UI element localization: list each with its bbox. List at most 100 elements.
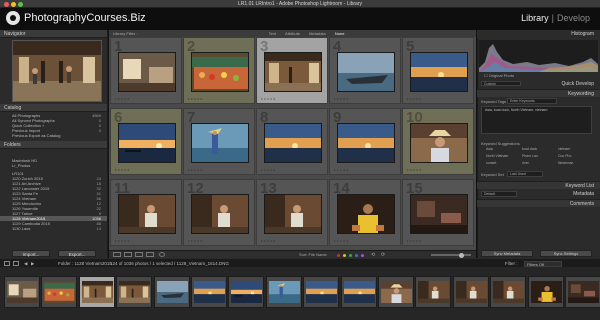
rating-stars[interactable]: • • • • • xyxy=(334,96,348,101)
rating-stars[interactable]: • • • • • xyxy=(334,167,348,172)
filmstrip-item[interactable] xyxy=(191,276,227,308)
grid-thumbnail[interactable] xyxy=(410,52,468,92)
thumbnail-size-handle[interactable] xyxy=(459,252,464,258)
grid-thumbnail[interactable] xyxy=(118,123,176,163)
keyword-suggestion[interactable]: Asia xyxy=(486,147,493,152)
filmstrip-item[interactable] xyxy=(4,276,40,308)
filmstrip-item[interactable] xyxy=(303,276,340,308)
grid-thumbnail[interactable] xyxy=(337,194,395,234)
keyword-suggestion[interactable]: vietnam xyxy=(558,147,570,152)
filmstrip-item[interactable] xyxy=(527,276,564,308)
grid-thumbnail[interactable] xyxy=(264,194,322,234)
color-label-purple-icon[interactable] xyxy=(361,253,364,257)
grid-thumbnail[interactable] xyxy=(264,52,322,92)
catalog-item[interactable]: Previous Export as Catalog xyxy=(0,133,107,138)
grid-cell[interactable]: 14 • • • • • xyxy=(329,179,401,246)
grid-cell[interactable]: 5 • • • • • xyxy=(402,37,474,104)
filmstrip-item[interactable] xyxy=(452,276,489,308)
keyword-suggestion[interactable]: Pham Lao xyxy=(522,154,538,159)
spray-can-icon[interactable] xyxy=(159,252,165,257)
histogram-header[interactable]: Histogram xyxy=(477,30,600,38)
navigator-preview[interactable] xyxy=(12,40,102,102)
grid-cell[interactable]: 12 • • • • • xyxy=(183,179,255,246)
grid-cell[interactable]: 13 • • • • • xyxy=(256,179,328,246)
grid-thumbnail[interactable] xyxy=(410,194,468,234)
module-library[interactable]: Library xyxy=(521,13,549,23)
filter-option-active[interactable]: None xyxy=(335,31,345,36)
color-label-yellow-icon[interactable] xyxy=(343,253,346,257)
thumbnail-size-slider[interactable] xyxy=(431,254,471,256)
filmstrip-item[interactable] xyxy=(228,276,265,308)
keyword-suggestion[interactable]: North Vietnam xyxy=(486,154,508,159)
rating-stars[interactable]: • • • • • xyxy=(115,96,129,101)
grid-cell[interactable]: 3 • • • • • xyxy=(256,37,328,104)
filmstrip-item[interactable] xyxy=(415,276,452,308)
compare-view-icon[interactable] xyxy=(135,252,143,257)
keyword-tags-dropdown[interactable]: Enter Keywords xyxy=(507,98,557,104)
rating-stars[interactable]: • • • • • xyxy=(261,238,275,243)
color-label-green-icon[interactable] xyxy=(349,253,352,257)
second-window-icon[interactable] xyxy=(4,261,10,266)
grid-thumbnail[interactable] xyxy=(118,194,176,234)
folder-item[interactable]: 1130 Laos 14 xyxy=(0,226,107,231)
keyword-suggestion[interactable]: sunset xyxy=(486,161,496,166)
filmstrip-item[interactable] xyxy=(378,276,414,308)
grid-cell[interactable]: 15 • • • • • xyxy=(402,179,474,246)
grid-thumbnail[interactable] xyxy=(191,194,249,234)
sync-settings-button[interactable]: Sync Settings xyxy=(540,250,592,257)
grid-thumbnail[interactable] xyxy=(191,52,249,92)
color-label-blue-icon[interactable] xyxy=(355,253,358,257)
export-button[interactable]: Export... xyxy=(58,250,96,257)
grid-cell[interactable]: 8 • • • • • xyxy=(256,108,328,175)
grid-thumbnail[interactable] xyxy=(337,52,395,92)
rating-stars[interactable]: • • • • • xyxy=(188,96,202,101)
filter-option[interactable]: Metadata xyxy=(309,31,326,36)
grid-cell[interactable]: 6 • • • • • xyxy=(110,108,182,175)
import-button[interactable]: Import... xyxy=(12,250,50,257)
keyword-suggestion[interactable]: boat dock xyxy=(522,147,537,152)
quick-develop-header[interactable]: Quick Develop xyxy=(477,80,600,88)
grid-cell[interactable]: 2 • • • • • xyxy=(183,37,255,104)
rating-stars[interactable]: • • • • • xyxy=(407,238,421,243)
keyword-suggestion[interactable]: fisherman xyxy=(558,161,573,166)
grid-view-icon[interactable] xyxy=(113,252,121,257)
catalog-header[interactable]: Catalog xyxy=(0,104,107,112)
grid-cell[interactable]: 1 • • • • • xyxy=(110,37,182,104)
rating-stars[interactable]: • • • • • xyxy=(188,238,202,243)
folders-header[interactable]: Folders xyxy=(0,141,107,149)
grid-thumbnail[interactable] xyxy=(191,123,249,163)
filmstrip-item[interactable] xyxy=(116,276,153,308)
filmstrip-item[interactable] xyxy=(153,276,190,308)
filmstrip-item[interactable] xyxy=(41,276,78,308)
filmstrip-item[interactable] xyxy=(340,276,377,308)
rating-stars[interactable]: • • • • • xyxy=(407,96,421,101)
filmstrip-item[interactable] xyxy=(565,276,600,308)
grid-thumbnail[interactable] xyxy=(264,123,322,163)
filter-option[interactable]: Attribute xyxy=(285,31,300,36)
keyword-text-area[interactable]: Asia, boat dock, North Vietnam, vietnam xyxy=(481,106,592,134)
keyword-suggestion[interactable]: Cuc Pho xyxy=(558,154,571,159)
sync-metadata-button[interactable]: Sync Metadata xyxy=(481,250,533,257)
color-label-red-icon[interactable] xyxy=(337,253,340,257)
loupe-view-icon[interactable] xyxy=(124,252,132,257)
filmstrip-item[interactable] xyxy=(265,276,302,308)
metadata-header[interactable]: Metadata xyxy=(477,190,600,198)
grid-thumbnail[interactable] xyxy=(337,123,395,163)
rating-stars[interactable]: • • • • • xyxy=(261,96,275,101)
rating-stars[interactable]: • • • • • xyxy=(261,167,275,172)
grid-cell[interactable]: 9 • • • • • xyxy=(329,108,401,175)
filter-dropdown[interactable]: Filters Off xyxy=(524,260,562,267)
grid-cell[interactable]: 4 • • • • • xyxy=(329,37,401,104)
keyword-set-dropdown[interactable]: Last Used xyxy=(507,171,543,177)
grid-thumbnail[interactable] xyxy=(118,52,176,92)
grid-cell[interactable]: 7 • • • • • xyxy=(183,108,255,175)
filmstrip-item[interactable] xyxy=(490,276,527,308)
grid-shortcut-icon[interactable] xyxy=(13,261,19,266)
filter-option[interactable]: Text xyxy=(269,31,276,36)
rating-stars[interactable]: • • • • • xyxy=(115,167,129,172)
comments-header[interactable]: Comments xyxy=(477,199,600,207)
filmstrip-item[interactable] xyxy=(78,276,115,308)
grid-cell[interactable]: 10 • • • • • xyxy=(402,108,474,175)
original-photo-checkbox[interactable]: ☐ Original Photo xyxy=(484,73,514,78)
keywording-header[interactable]: Keywording xyxy=(477,89,600,97)
